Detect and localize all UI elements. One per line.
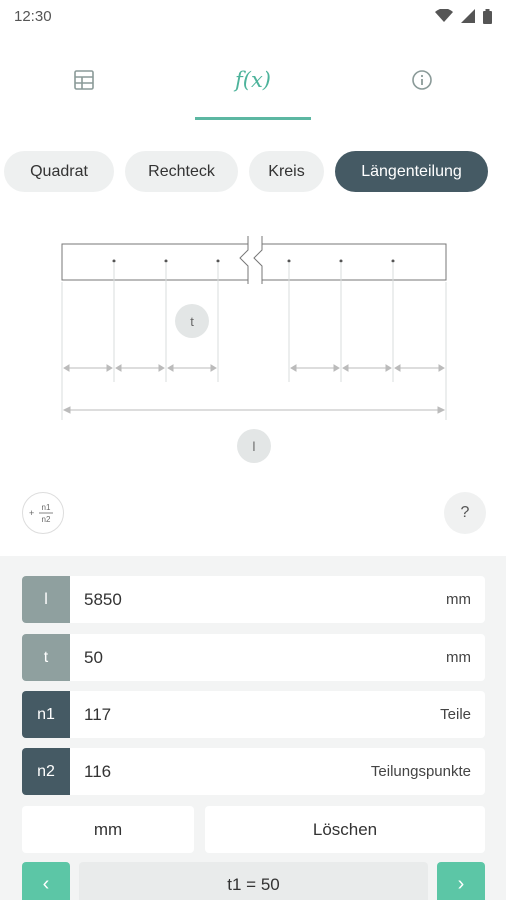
field-unit: mm [446,591,471,608]
next-button[interactable]: › [437,862,485,900]
field-row-l[interactable]: l 5850 mm [22,576,485,623]
tab-info[interactable] [337,40,506,120]
svg-text:+: + [29,508,34,518]
wifi-icon [435,9,453,22]
t-badge-label: t [190,314,194,329]
field-row-t[interactable]: t 50 mm [22,634,485,681]
clear-button[interactable]: Löschen [205,806,485,853]
chevron-left-icon: ‹ [42,873,50,895]
action-buttons: mm Löschen [22,806,485,853]
field-input-t[interactable]: 50 mm [70,634,485,681]
length-division-diagram: t l [61,236,447,463]
help-icon: ? [460,504,470,521]
break-mark-left [239,236,249,284]
field-row-n2[interactable]: n2 116 Teilungspunkte [22,748,485,795]
extension-lines [61,262,447,420]
svg-text:n2: n2 [42,515,51,524]
status-time: 12:30 [14,7,52,25]
prev-button[interactable]: ‹ [22,862,70,900]
chip-quadrat[interactable]: Quadrat [4,151,114,192]
fraction-button[interactable]: + n1 n2 [22,492,64,534]
chip-rechteck[interactable]: Rechteck [125,151,238,192]
field-value: 117 [84,704,112,724]
division-points [112,259,395,263]
field-input-n1[interactable]: 117 Teile [70,691,485,738]
field-label: n1 [22,691,70,738]
l-badge-label: l [253,439,256,454]
result-navigation: ‹ t1 = 50 › [22,862,485,900]
field-row-n1[interactable]: n1 117 Teile [22,691,485,738]
status-bar: 12:30 [0,0,506,32]
segment-dimensions [63,364,445,372]
tab-bar: f(x) [0,40,506,120]
break-mark-right [253,236,263,284]
field-label: t [22,634,70,681]
status-icons [435,8,492,24]
bar-left [61,243,248,281]
help-button[interactable]: ? [444,492,486,534]
chip-laengenteilung[interactable]: Längenteilung [335,151,488,192]
formula-tab-label: f(x) [235,68,272,92]
field-label: n2 [22,748,70,795]
tab-formula[interactable]: f(x) [169,40,338,120]
total-length-dimension [62,406,446,414]
result-value: t1 = 50 [79,862,428,900]
unit-button[interactable]: mm [22,806,194,853]
tab-table[interactable] [0,40,169,120]
battery-icon [483,8,492,24]
table-icon [74,70,95,90]
field-label: l [22,576,70,623]
field-value: 5850 [84,589,122,609]
field-input-n2[interactable]: 116 Teilungspunkte [70,748,485,795]
info-icon [411,70,432,90]
chip-kreis[interactable]: Kreis [249,151,324,192]
field-unit: Teilungspunkte [370,763,471,780]
chevron-right-icon: › [457,873,465,895]
shape-chips: Quadrat Rechteck Kreis Längenteilung [4,151,506,192]
field-unit: Teile [440,706,471,723]
field-unit: mm [446,649,471,666]
signal-icon [461,9,475,23]
fraction-icon: + n1 n2 [29,503,53,524]
field-value: 116 [84,761,112,781]
field-input-l[interactable]: 5850 mm [70,576,485,623]
svg-text:n1: n1 [42,503,51,512]
field-value: 50 [84,647,103,667]
